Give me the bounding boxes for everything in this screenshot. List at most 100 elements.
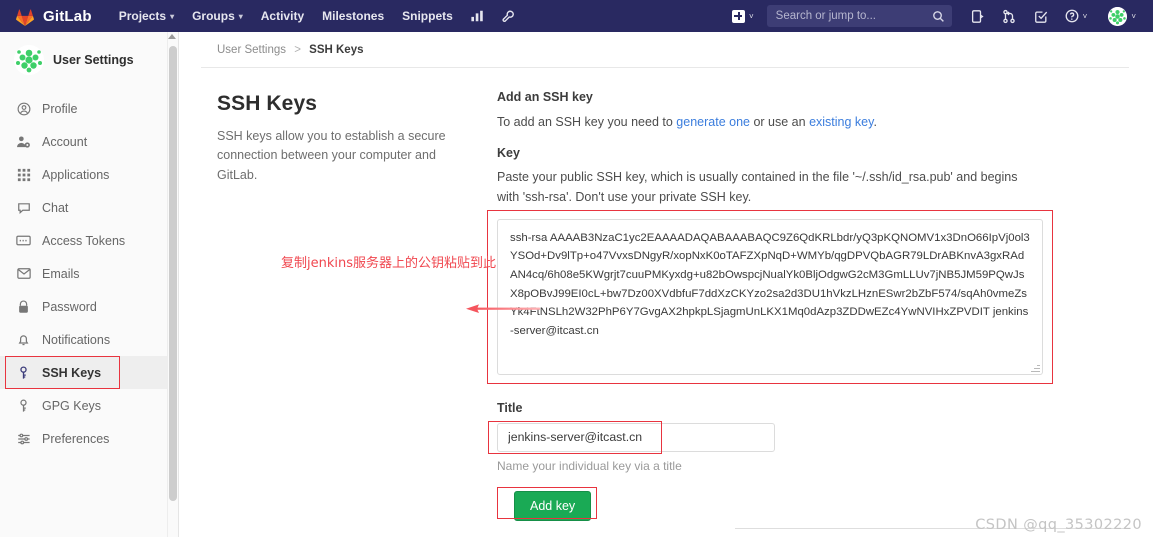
form-intro-middle: or use an xyxy=(749,115,810,129)
search-icon xyxy=(932,10,944,22)
ssh-key-title-input[interactable] xyxy=(497,422,775,452)
gitlab-brand[interactable]: GitLab xyxy=(14,6,92,26)
nav-item-activity-label: Activity xyxy=(260,9,305,23)
nav-item-milestones[interactable]: Milestones xyxy=(313,3,393,29)
search-box[interactable] xyxy=(766,5,952,27)
breadcrumb-current[interactable]: SSH Keys xyxy=(309,44,363,56)
sidebar-item-access-tokens[interactable]: Access Tokens xyxy=(0,224,178,257)
help-icon xyxy=(1065,9,1079,23)
scroll-up-icon[interactable] xyxy=(168,34,176,39)
nav-item-projects[interactable]: Projects ▾ xyxy=(110,3,183,29)
ssh-key-input[interactable] xyxy=(497,218,1043,375)
nav-item-snippets-label: Snippets xyxy=(402,9,453,23)
chevron-down-icon: ˅ xyxy=(1082,11,1088,21)
nav-item-activity[interactable]: Activity xyxy=(252,3,313,29)
form-section-title: Add an SSH key xyxy=(497,90,593,104)
key-help-text: Paste your public SSH key, which is usua… xyxy=(497,170,1018,205)
form-intro-prefix: To add an SSH key you need to xyxy=(497,115,677,129)
bell-icon xyxy=(16,332,31,347)
lock-icon xyxy=(16,299,31,314)
issues-icon[interactable] xyxy=(962,4,992,29)
key-icon xyxy=(16,365,31,380)
user-circle-icon xyxy=(16,101,31,116)
user-menu-button[interactable]: ˅ xyxy=(1096,3,1143,30)
chevron-down-icon: ˅ xyxy=(748,11,754,21)
sidebar-item-chat[interactable]: Chat xyxy=(0,191,178,224)
breadcrumb: User Settings > SSH Keys xyxy=(201,32,1129,68)
breadcrumb-parent[interactable]: User Settings xyxy=(217,44,286,56)
sidebar-item-label: Notifications xyxy=(42,332,111,347)
sidebar-item-gpg-keys[interactable]: GPG Keys xyxy=(0,389,178,422)
sidebar-header: User Settings xyxy=(0,32,178,88)
sidebar-scrollbar[interactable] xyxy=(167,32,178,537)
submit-row: Add key xyxy=(497,486,667,521)
key-icon xyxy=(16,398,31,413)
sidebar-item-account[interactable]: Account xyxy=(0,125,178,158)
nav-item-snippets[interactable]: Snippets xyxy=(393,3,462,29)
sidebar-item-emails[interactable]: Emails xyxy=(0,257,178,290)
form-bottom-divider xyxy=(735,528,1129,529)
sidebar-item-profile[interactable]: Profile xyxy=(0,92,178,125)
nav-item-groups[interactable]: Groups ▾ xyxy=(183,3,252,29)
navbar-right-actions: ˅ Search or jump to... ˅ ˅ xyxy=(725,3,1143,30)
nav-item-groups-label: Groups xyxy=(192,9,235,23)
merge-request-icon[interactable] xyxy=(994,4,1024,29)
ssh-keys-intro-column: SSH Keys SSH keys allow you to establish… xyxy=(217,90,475,521)
title-field-label: Title xyxy=(497,400,523,415)
primary-nav: Projects ▾ Groups ▾ Activity Milestones … xyxy=(110,3,523,29)
sidebar-nav: Profile Account Applications Chat Access… xyxy=(0,88,178,455)
form-intro-suffix: . xyxy=(873,115,877,129)
sidebar-item-applications[interactable]: Applications xyxy=(0,158,178,191)
sidebar-item-label: SSH Keys xyxy=(42,365,102,380)
search-input[interactable] xyxy=(773,9,932,23)
sidebar-item-label: Password xyxy=(42,299,97,314)
sidebar-item-label: Access Tokens xyxy=(42,233,126,248)
avatar xyxy=(1108,6,1128,26)
breadcrumb-separator: > xyxy=(294,44,301,56)
page-layout: User Settings Profile Account Applicatio… xyxy=(0,32,1153,537)
sidebar-scrollbar-thumb[interactable] xyxy=(169,46,177,501)
token-icon xyxy=(16,233,31,248)
envelope-icon xyxy=(16,266,31,281)
new-item-button[interactable]: ˅ xyxy=(725,6,761,27)
settings-sidebar: User Settings Profile Account Applicatio… xyxy=(0,32,179,537)
generate-one-link[interactable]: generate one xyxy=(676,115,750,129)
ssh-keys-content: SSH Keys SSH keys allow you to establish… xyxy=(201,68,1129,521)
sidebar-item-label: Emails xyxy=(42,266,80,281)
plus-icon xyxy=(731,9,745,23)
account-gear-icon xyxy=(16,134,31,149)
chevron-down-icon: ▾ xyxy=(238,11,243,21)
sidebar-item-preferences[interactable]: Preferences xyxy=(0,422,178,455)
help-button[interactable]: ˅ xyxy=(1058,5,1095,27)
sidebar-item-label: Chat xyxy=(42,200,69,215)
sidebar-item-notifications[interactable]: Notifications xyxy=(0,323,178,356)
sidebar-item-ssh-keys[interactable]: SSH Keys xyxy=(0,356,178,389)
add-ssh-key-form: Add an SSH key To add an SSH key you nee… xyxy=(487,90,1129,521)
sidebar-item-label: Profile xyxy=(42,101,78,116)
main-content: User Settings > SSH Keys SSH Keys SSH ke… xyxy=(179,32,1153,537)
add-key-button[interactable]: Add key xyxy=(514,490,592,521)
existing-key-link[interactable]: existing key xyxy=(809,115,873,129)
sidebar-title: User Settings xyxy=(53,53,134,67)
sidebar-item-label: Applications xyxy=(42,167,110,182)
title-hint-text: Name your individual key via a title xyxy=(497,458,682,473)
page-description: SSH keys allow you to establish a secure… xyxy=(217,129,446,182)
top-navbar: GitLab Projects ▾ Groups ▾ Activity Mile… xyxy=(0,0,1153,32)
chevron-down-icon: ˅ xyxy=(1131,11,1136,21)
nav-item-milestones-label: Milestones xyxy=(322,9,385,23)
analytics-chart-icon[interactable] xyxy=(462,4,493,28)
nav-item-projects-label: Projects xyxy=(118,9,167,23)
gitlab-brand-label: GitLab xyxy=(43,7,92,25)
sidebar-item-password[interactable]: Password xyxy=(0,290,178,323)
page-title: SSH Keys xyxy=(217,92,318,115)
sidebar-item-label: Preferences xyxy=(42,431,110,446)
wrench-icon[interactable] xyxy=(493,4,523,29)
chevron-down-icon: ▾ xyxy=(170,11,175,21)
key-textarea-wrapper xyxy=(487,209,1053,384)
avatar xyxy=(14,45,44,75)
applications-grid-icon xyxy=(16,167,31,182)
todos-icon[interactable] xyxy=(1026,4,1056,29)
key-field-label: Key xyxy=(497,146,520,161)
form-intro-text: To add an SSH key you need to generate o… xyxy=(497,113,1129,132)
gitlab-logo-icon xyxy=(14,6,36,26)
